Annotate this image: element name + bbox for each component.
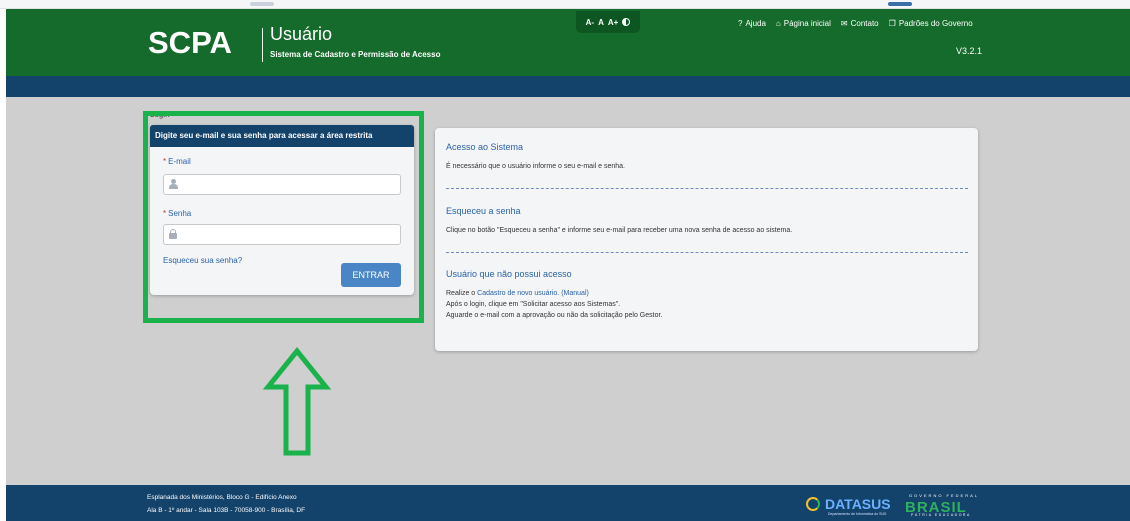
section-divider xyxy=(446,188,968,189)
contrast-icon[interactable] xyxy=(622,18,631,26)
footer-address: Esplanada dos Ministérios, Bloco G - Edi… xyxy=(147,491,305,517)
help-link-label: Ajuda xyxy=(745,19,766,28)
address-line: Esplanada dos Ministérios, Bloco G - Edi… xyxy=(147,494,297,501)
instruction-line: Após o login, clique em "Solicitar acess… xyxy=(446,301,621,308)
home-link[interactable]: ⌂ Página inicial xyxy=(776,19,831,28)
manual-link[interactable]: (Manual) xyxy=(561,290,589,297)
browser-strip xyxy=(0,0,1130,9)
datasus-logo[interactable]: DATASUS xyxy=(806,497,891,511)
contact-link[interactable]: ✉ Contato xyxy=(841,19,879,28)
info-section-text: Clique no botão "Esqueceu a senha" e inf… xyxy=(446,227,793,234)
info-section-text: É necessário que o usuário informe o seu… xyxy=(446,163,625,170)
datasus-name: DATASUS xyxy=(825,496,891,512)
site-footer: Esplanada dos Ministérios, Bloco G - Edi… xyxy=(6,485,1130,521)
help-icon: ? xyxy=(738,19,743,28)
gov-standards-link-label: Padrões do Governo xyxy=(898,19,973,28)
top-links: ? Ajuda ⌂ Página inicial ✉ Contato ❐ Pad… xyxy=(738,19,973,28)
info-section-access: Acesso ao Sistema É necessário que o usu… xyxy=(446,142,968,172)
register-link[interactable]: Cadastro de novo usuário. xyxy=(477,290,559,297)
strip-marker xyxy=(888,2,912,6)
gov-bottom-text: PÁTRIA EDUCADORA xyxy=(911,513,971,517)
gov-standards-link[interactable]: ❐ Padrões do Governo xyxy=(889,19,973,28)
instruction-line: Realize o Cadastro de novo usuário. (Man… xyxy=(446,288,968,299)
info-section-no-access: Usuário que não possui acesso Realize o … xyxy=(446,269,968,321)
version-label: V3.2.1 xyxy=(956,46,983,56)
envelope-icon: ✉ xyxy=(840,19,848,28)
info-section-title: Esqueceu a senha xyxy=(446,206,521,216)
instruction-prefix: Realize o xyxy=(446,290,478,297)
gov-top-text: GOVERNO FEDERAL xyxy=(909,493,980,498)
address-line: Ala B - 1º andar - Sala 103B - 70058-900… xyxy=(147,507,306,514)
contact-link-label: Contato xyxy=(850,19,879,28)
info-section-forgot: Esqueceu a senha Clique no botão "Esquec… xyxy=(446,206,968,236)
highlight-frame xyxy=(143,111,424,323)
font-increase-button[interactable]: A+ xyxy=(608,18,618,27)
datasus-symbol-icon xyxy=(806,497,820,511)
instruction-line: Aguarde o e-mail com a aprovação ou não … xyxy=(446,312,663,319)
font-size-controls: A- A A+ xyxy=(576,11,640,33)
copy-icon: ❐ xyxy=(888,19,896,28)
home-link-label: Página inicial xyxy=(783,19,831,28)
main-content: Login Digite seu e-mail e sua senha para… xyxy=(6,97,1130,485)
gov-brasil-logo[interactable]: GOVERNO FEDERAL BRASIL PÁTRIA EDUCADORA xyxy=(905,493,987,517)
logo-divider xyxy=(262,28,263,62)
info-section-title: Acesso ao Sistema xyxy=(446,142,524,152)
app-title: Usuário xyxy=(270,24,333,44)
info-section-text: Realize o Cadastro de novo usuário. (Man… xyxy=(446,288,968,321)
section-divider xyxy=(446,252,968,253)
app-subtitle: Sistema de Cadastro e Permissão de Acess… xyxy=(270,50,441,59)
help-link[interactable]: ? Ajuda xyxy=(738,19,766,28)
strip-marker xyxy=(250,2,274,6)
datasus-subtitle: Departamento de Informática do SUS xyxy=(828,512,887,516)
up-arrow-icon xyxy=(262,347,332,456)
info-section-title: Usuário que não possui acesso xyxy=(446,269,572,279)
font-decrease-button[interactable]: A- xyxy=(586,18,594,27)
app-logo[interactable]: SCPA xyxy=(148,25,232,61)
font-reset-button[interactable]: A xyxy=(598,18,604,27)
nav-bar xyxy=(6,76,1130,97)
home-icon: ⌂ xyxy=(775,19,781,28)
site-header: SCPA Usuário Sistema de Cadastro e Permi… xyxy=(6,9,1130,76)
info-panel: Acesso ao Sistema É necessário que o usu… xyxy=(435,128,978,351)
